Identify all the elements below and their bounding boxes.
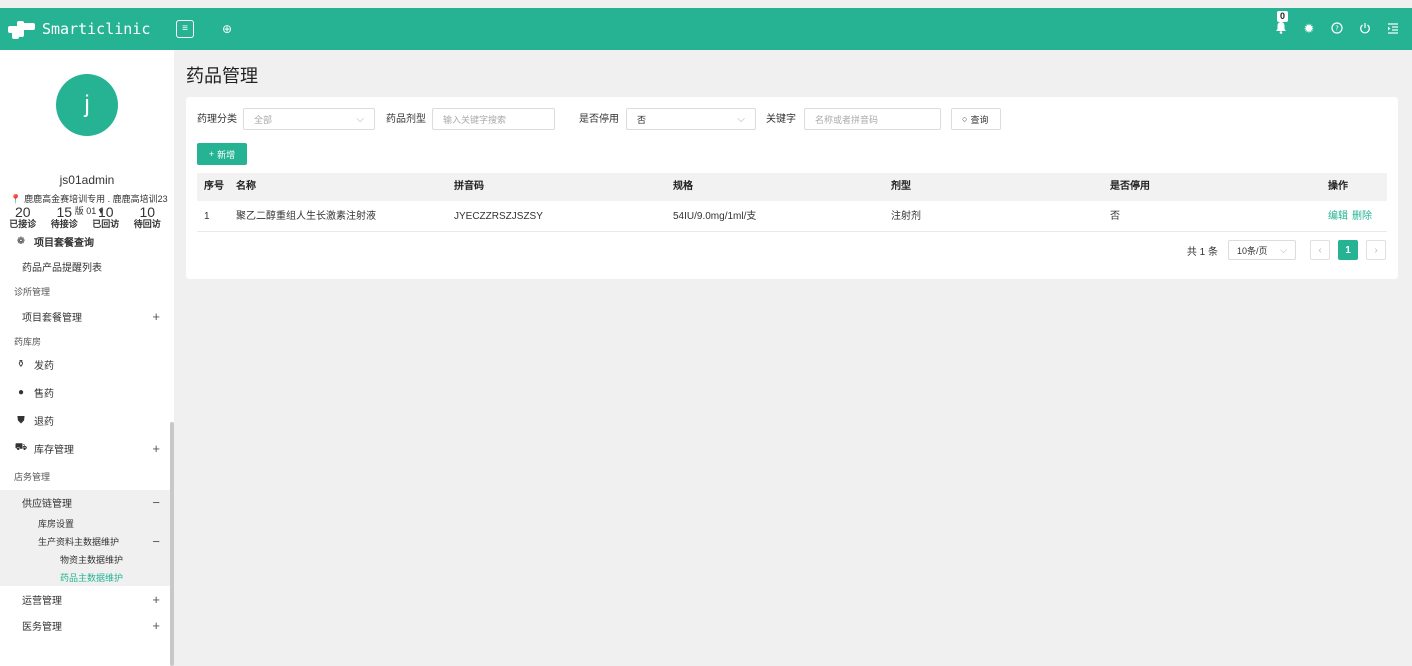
sidebar-section-pharmacy: 药库房 bbox=[14, 336, 42, 347]
expand-icon: + bbox=[152, 440, 160, 456]
sidebar-item-material-master[interactable]: 物资主数据维护 bbox=[0, 550, 170, 568]
col-pinyin: 拼音码 bbox=[454, 181, 484, 192]
expand-icon: + bbox=[152, 591, 160, 607]
cell-name: 聚乙二醇重组人生长激素注射液 bbox=[236, 211, 376, 222]
col-index: 序号 bbox=[204, 181, 224, 192]
add-tab-icon[interactable]: ⊕ bbox=[219, 20, 235, 38]
stat-followed-up[interactable]: 10 已回访 bbox=[92, 205, 119, 229]
collapse-icon: − bbox=[152, 533, 160, 549]
cell-index: 1 bbox=[204, 211, 210, 222]
brand[interactable]: Smarticlinic bbox=[8, 8, 150, 50]
col-form: 剂型 bbox=[891, 181, 911, 192]
gear-icon[interactable]: ✹ bbox=[1302, 21, 1316, 37]
brand-name: Smarticlinic bbox=[42, 20, 151, 38]
add-button[interactable]: + 新增 bbox=[197, 143, 247, 165]
col-disabled: 是否停用 bbox=[1110, 181, 1150, 192]
plus-icon: + bbox=[208, 149, 215, 159]
truck-icon: ⛟ bbox=[14, 441, 28, 453]
keyword-label: 关键字 bbox=[766, 114, 796, 125]
edit-link[interactable]: 编辑 bbox=[1328, 201, 1348, 232]
bottle-icon: ⚱ bbox=[16, 358, 26, 370]
cell-pinyin: JYECZZRSZJSZSY bbox=[454, 211, 543, 222]
sidebar-item-project-package-mgmt[interactable]: 项目套餐管理 + bbox=[0, 300, 170, 332]
col-spec: 规格 bbox=[673, 181, 693, 192]
cell-disabled: 否 bbox=[1110, 211, 1120, 222]
sidebar: j js01admin 📍 鹿鹿高金赛培训专用 . 鹿鹿高培训23版 01 ▾ … bbox=[0, 50, 174, 666]
stats-bar: 20 已接诊 15 待接诊 10 已回访 10 待回访 bbox=[0, 205, 170, 229]
sidebar-section-store: 店务管理 bbox=[14, 471, 51, 482]
collapse-icon: − bbox=[152, 494, 160, 510]
expand-icon: + bbox=[152, 308, 160, 324]
sidebar-section-clinic: 诊所管理 bbox=[14, 286, 51, 297]
cell-spec: 54IU/9.0mg/1ml/支 bbox=[673, 211, 757, 222]
query-button[interactable]: ○ 查询 bbox=[951, 108, 1001, 130]
sidebar-item-inventory[interactable]: ⛟ 库存管理 + bbox=[0, 434, 170, 462]
total-count: 共 1 条 bbox=[1186, 246, 1218, 258]
power-icon[interactable] bbox=[1358, 22, 1372, 37]
sidebar-item-return[interactable]: ⛊ 退药 bbox=[0, 406, 170, 434]
brand-logo-icon bbox=[8, 18, 36, 40]
sidebar-item-supply-chain[interactable]: 供应链管理 − bbox=[0, 490, 170, 514]
stat-pending-follow-up[interactable]: 10 待回访 bbox=[134, 205, 161, 229]
cell-form: 注射剂 bbox=[891, 211, 921, 222]
category-select[interactable]: 全部 ⌵ bbox=[243, 108, 375, 130]
dosage-label: 药品剂型 bbox=[386, 114, 426, 125]
expand-icon: + bbox=[152, 617, 160, 633]
keyword-input[interactable]: 名称或者拼音码 bbox=[804, 108, 941, 130]
package-icon: ❁ bbox=[16, 235, 26, 247]
prev-page-button[interactable]: ‹ bbox=[1310, 240, 1330, 260]
search-icon: ○ bbox=[962, 114, 968, 124]
chevron-down-icon: ⌵ bbox=[737, 113, 745, 125]
disabled-label: 是否停用 bbox=[579, 114, 619, 125]
chevron-down-icon: ⌵ bbox=[1280, 244, 1287, 255]
location-pin-icon: 📍 bbox=[10, 194, 22, 204]
svg-text:?: ? bbox=[1335, 24, 1339, 32]
page-title: 药品管理 bbox=[186, 66, 258, 86]
disabled-select[interactable]: 否 ⌵ bbox=[626, 108, 756, 130]
table-header: 序号 名称 拼音码 规格 剂型 是否停用 操作 bbox=[197, 173, 1387, 201]
main-card: 药理分类 全部 ⌵ 药品剂型 输入关键字搜索 是否停用 否 ⌵ 关键字 名称或者… bbox=[186, 97, 1398, 279]
dosage-input[interactable]: 输入关键字搜索 bbox=[432, 108, 555, 130]
table-row: 1 聚乙二醇重组人生长激素注射液 JYECZZRSZJSZSY 54IU/9.0… bbox=[197, 201, 1387, 232]
next-page-button[interactable]: › bbox=[1366, 240, 1386, 260]
chevron-down-icon: ⌵ bbox=[356, 113, 364, 125]
stat-received[interactable]: 20 已接诊 bbox=[9, 205, 36, 229]
sidebar-group-supply-chain: 供应链管理 − 库房设置 生产资料主数据维护 − 物资主数据维护 药品主数据维护 bbox=[0, 490, 170, 586]
notification-badge: 0 bbox=[1277, 11, 1289, 22]
sidebar-item-project-package-query[interactable]: ❁ 项目套餐查询 bbox=[0, 232, 170, 250]
sidebar-item-sell[interactable]: ● 售药 bbox=[0, 378, 170, 406]
sidebar-menu: ❁ 项目套餐查询 药品产品提醒列表 诊所管理 项目套餐管理 + 药库房 ⚱ 发药… bbox=[0, 232, 170, 638]
page-size-select[interactable]: 10条/页 ⌵ bbox=[1228, 240, 1296, 260]
sidebar-scrollbar[interactable] bbox=[170, 422, 174, 666]
delete-link[interactable]: 删除 bbox=[1352, 201, 1372, 232]
avatar[interactable]: j bbox=[56, 74, 118, 136]
return-drug-icon: ⛊ bbox=[17, 414, 25, 426]
col-actions: 操作 bbox=[1328, 181, 1348, 192]
sidebar-item-warehouse-settings[interactable]: 库房设置 bbox=[0, 514, 170, 532]
pill-icon: ● bbox=[17, 386, 25, 398]
help-icon[interactable]: ? bbox=[1330, 21, 1344, 37]
collapse-menu-icon[interactable] bbox=[1386, 22, 1400, 37]
bell-icon[interactable]: 0 bbox=[1274, 11, 1289, 37]
category-label: 药理分类 bbox=[197, 114, 237, 125]
chevron-right-icon: › bbox=[1374, 244, 1378, 256]
menu-toggle-icon[interactable]: ≡ bbox=[176, 20, 194, 38]
sidebar-item-master-data[interactable]: 生产资料主数据维护 − bbox=[0, 532, 170, 550]
header-actions: 0 ✹ ? bbox=[1274, 8, 1400, 50]
stat-waiting[interactable]: 15 待接诊 bbox=[51, 205, 78, 229]
sidebar-item-operations[interactable]: 运营管理 + bbox=[0, 586, 170, 612]
sidebar-item-drug-reminder-list[interactable]: 药品产品提醒列表 bbox=[0, 250, 170, 282]
sidebar-item-drug-master[interactable]: 药品主数据维护 bbox=[0, 568, 170, 586]
page-number-current[interactable]: 1 bbox=[1338, 240, 1358, 260]
top-bar: Smarticlinic ≡ ⊕ 0 ✹ ? bbox=[0, 8, 1412, 50]
sidebar-item-medical-affairs[interactable]: 医务管理 + bbox=[0, 612, 170, 638]
sidebar-item-dispense[interactable]: ⚱ 发药 bbox=[0, 350, 170, 378]
col-name: 名称 bbox=[236, 181, 256, 192]
pagination: 共 1 条 10条/页 ⌵ ‹ 1 › bbox=[1187, 239, 1386, 261]
chevron-left-icon: ‹ bbox=[1318, 244, 1322, 256]
